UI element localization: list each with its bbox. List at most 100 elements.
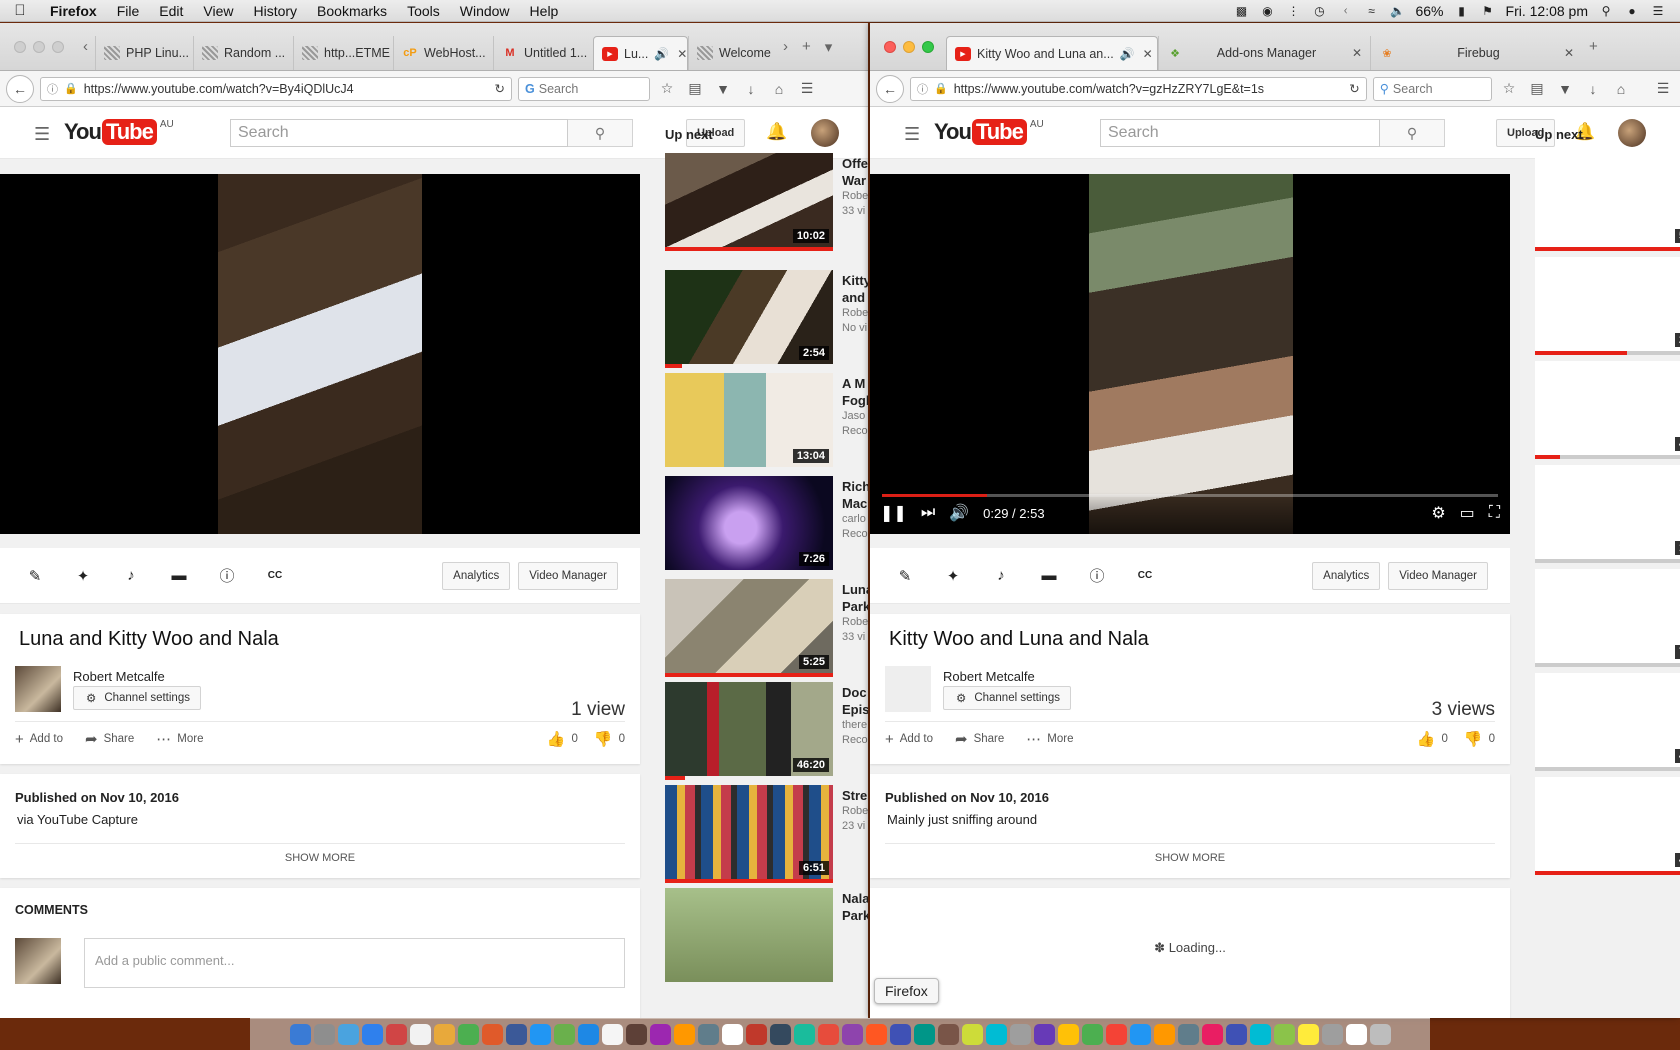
youtube-search-input[interactable]: Search (230, 119, 568, 147)
show-more-button[interactable]: SHOW MORE (0, 852, 640, 864)
comment-input[interactable]: Add a public comment... (84, 938, 625, 988)
dislike-button[interactable]: 👎 0 (1464, 730, 1495, 748)
video-player[interactable]: ❚❚ ⏭ 🔊 0:29 / 2:53 ⚙ ▭ ⛶ (870, 174, 1510, 534)
new-tab-icon[interactable]: + (795, 38, 818, 55)
enhancements-wand-icon[interactable]: ✦ (942, 565, 964, 587)
settings-gear-icon[interactable]: ⚙ (1431, 503, 1445, 523)
tab-random[interactable]: Random ... (193, 36, 293, 70)
volume-icon[interactable]: 🔈 (1389, 4, 1405, 18)
guide-menu-icon[interactable]: ☰ (904, 124, 920, 145)
tray-app-icon[interactable]: ▩ (1233, 4, 1249, 18)
video-manager-button[interactable]: Video Manager (1388, 561, 1488, 590)
dock-app-icon[interactable] (1249, 1024, 1271, 1045)
tab-php-linux[interactable]: PHP Linu... (95, 36, 193, 70)
close-window-button[interactable] (884, 40, 896, 53)
dock-app-icon[interactable] (529, 1024, 551, 1045)
tab-list-icon[interactable]: ▾ (818, 38, 840, 56)
search-engine-icon[interactable]: G (525, 82, 535, 96)
dock-app-icon[interactable] (289, 1024, 311, 1045)
tab-close-icon[interactable]: ✕ (1143, 47, 1153, 61)
dock-app-icon[interactable] (649, 1024, 671, 1045)
tab-close-icon[interactable]: ✕ (1352, 46, 1362, 60)
dock-app-icon[interactable] (1009, 1024, 1031, 1045)
dock-app-icon[interactable] (481, 1024, 503, 1045)
dock-app-icon[interactable] (889, 1024, 911, 1045)
browser-search-field[interactable]: ⚲ Search (1372, 76, 1492, 101)
dock-app-icon[interactable] (1177, 1024, 1199, 1045)
dock-app-icon[interactable] (1369, 1024, 1391, 1045)
menu-window[interactable]: Window (450, 3, 520, 19)
video-thumbnail[interactable]: 2 (1535, 257, 1680, 351)
guide-menu-icon[interactable]: ☰ (34, 124, 50, 145)
add-to-button[interactable]: + Add to (885, 731, 933, 748)
zoom-window-button[interactable] (922, 40, 934, 53)
home-icon[interactable]: ⌂ (768, 81, 790, 97)
window-controls-inactive[interactable] (6, 40, 76, 53)
youtube-search-input[interactable]: Search (1100, 119, 1380, 147)
menu-help[interactable]: Help (520, 3, 569, 19)
recommendation-item[interactable]: 7:26 Rich Mac carlo Reco (665, 476, 868, 570)
browser-search-field[interactable]: G Search (518, 76, 650, 101)
recommendation-meta[interactable]: Stre Robe 23 vi (842, 787, 868, 834)
dock-app-icon[interactable] (457, 1024, 479, 1045)
dock-app-icon[interactable] (577, 1024, 599, 1045)
tab-addons-manager[interactable]: ❖ Add-ons Manager ✕ (1158, 36, 1370, 70)
dock-app-icon[interactable] (361, 1024, 383, 1045)
dock-app-icon[interactable] (1057, 1024, 1079, 1045)
recommendation-meta[interactable]: Nala Park (842, 890, 868, 924)
recommendation-item[interactable]: 46 (1535, 361, 1680, 459)
dock-app-icon[interactable] (1297, 1024, 1319, 1045)
menu-file[interactable]: File (107, 3, 150, 19)
menu-tools[interactable]: Tools (397, 3, 450, 19)
pocket-icon[interactable]: ▼ (712, 81, 734, 97)
bookmark-star-icon[interactable]: ☆ (656, 80, 678, 97)
video-manager-button[interactable]: Video Manager (518, 561, 618, 590)
dock-app-icon[interactable] (409, 1024, 431, 1045)
dock-app-icon[interactable] (673, 1024, 695, 1045)
flag-icon[interactable]: ⚑ (1480, 4, 1496, 18)
dock-app-icon[interactable] (961, 1024, 983, 1045)
youtube-search-button[interactable]: ⚲ (568, 119, 633, 147)
tab-close-icon[interactable]: ✕ (677, 47, 687, 61)
dock-app-icon[interactable] (601, 1024, 623, 1045)
reading-list-icon[interactable]: ▤ (684, 80, 706, 97)
bookmark-star-icon[interactable]: ☆ (1498, 80, 1520, 97)
notification-center-icon[interactable]: ☰ (1650, 4, 1666, 18)
video-thumbnail[interactable]: 46:20 (665, 682, 833, 776)
new-tab-icon[interactable]: + (1582, 38, 1605, 55)
edit-pencil-icon[interactable]: ✎ (894, 565, 916, 587)
dock-app-icon[interactable] (505, 1024, 527, 1045)
reload-icon[interactable]: ↻ (495, 81, 505, 96)
dock-app-icon[interactable] (865, 1024, 887, 1045)
video-thumbnail[interactable]: 46 (1535, 361, 1680, 455)
recommendation-item[interactable]: 10:02 Offe War Robe 33 vi (665, 153, 868, 251)
menu-app-firefox[interactable]: Firefox (40, 3, 107, 19)
enhancements-wand-icon[interactable]: ✦ (72, 565, 94, 587)
pocket-icon[interactable]: ▼ (1554, 81, 1576, 97)
channel-name[interactable]: Robert Metcalfe (73, 669, 165, 684)
more-button[interactable]: ⋯ More (1026, 730, 1073, 748)
video-thumbnail[interactable]: 6:51 (665, 785, 833, 879)
back-button[interactable]: ← (6, 74, 34, 103)
siri-icon[interactable]: ● (1624, 4, 1640, 18)
fullscreen-icon[interactable]: ⛶ (1489, 504, 1500, 522)
next-icon[interactable]: ⏭ (921, 504, 935, 522)
battery-percent[interactable]: 66% (1415, 3, 1443, 19)
dock-app-icon[interactable] (1129, 1024, 1151, 1045)
dock-app-icon[interactable] (769, 1024, 791, 1045)
dock-app-icon[interactable] (1201, 1024, 1223, 1045)
recommendation-item[interactable]: 13 (1535, 465, 1680, 563)
tab-youtube-kitty-woo[interactable]: ▶ Kitty Woo and Luna an... 🔊 ✕ (946, 36, 1158, 70)
video-thumbnail[interactable]: 13 (1535, 465, 1680, 559)
apple-menu-icon[interactable]:  (0, 2, 40, 19)
tab-audio-icon[interactable]: 🔊 (654, 47, 669, 61)
channel-avatar[interactable] (885, 666, 931, 712)
video-player[interactable] (0, 174, 640, 534)
annotations-icon[interactable]: ▬ (168, 565, 190, 587)
dislike-button[interactable]: 👎 0 (594, 730, 625, 748)
tab-firebug[interactable]: ❀ Firebug ✕ (1370, 36, 1582, 70)
dock-app-icon[interactable] (1225, 1024, 1247, 1045)
dock-app-icon[interactable] (697, 1024, 719, 1045)
subtitles-cc-icon[interactable]: CC (264, 565, 286, 587)
back-button[interactable]: ← (876, 74, 904, 103)
